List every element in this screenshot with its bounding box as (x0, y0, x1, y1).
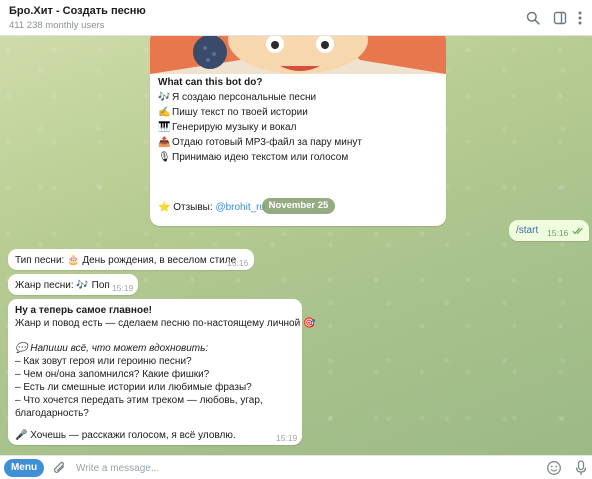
studio-microphone-icon: 🎙 (158, 152, 171, 163)
feature-text: Генерирую музыку и вокал (172, 122, 297, 133)
message-time: 15:16 (227, 258, 249, 268)
message-text: Жанр песни: 🎶 Поп (15, 280, 110, 291)
bot-info-heading: What can this bot do? (158, 77, 263, 88)
feature-item: ✍️ Пишу текст по твоей истории (158, 107, 308, 118)
message-time: 15:16 (547, 228, 569, 238)
message-text[interactable]: /start (516, 225, 538, 236)
writing-hand-icon: ✍️ (158, 107, 171, 118)
outbox-tray-icon: 📤 (158, 137, 171, 148)
message-line: – Чем он/она запомнился? Какие фишки? (15, 369, 210, 380)
message-line: – Как зовут героя или героиню песни? (15, 356, 192, 367)
feature-text: Отдаю готовый MP3-файл за пару минут (172, 137, 362, 148)
date-separator: November 25 (262, 198, 335, 214)
music-notes-icon: 🎶 (158, 92, 171, 103)
star-icon: ⭐ (158, 202, 171, 213)
message-line: – Есть ли смешные истории или любимые фр… (15, 382, 252, 393)
message-line: – Что хочется передать этим треком — люб… (15, 395, 263, 406)
outgoing-message[interactable]: /start 15:16 (509, 220, 589, 241)
chat-subtitle: 411 238 monthly users (9, 20, 105, 31)
feature-text: Я создаю персональные песни (172, 92, 317, 103)
incoming-message[interactable]: Тип песни: 🎂 День рождения, в веселом ст… (8, 249, 254, 270)
message-time: 15:19 (112, 283, 134, 293)
chat-header: Бро.Хит - Создать песню 411 238 monthly … (0, 0, 592, 36)
sidebar-toggle-icon[interactable] (551, 9, 569, 27)
feature-item: 🎹 Генерирую музыку и вокал (158, 122, 296, 133)
message-line: Жанр и повод есть — сделаем песню по-нас… (15, 318, 316, 329)
message-line: 🎤 Хочешь — расскажи голосом, я всё уловл… (15, 430, 236, 441)
emoji-icon[interactable] (545, 459, 563, 477)
message-composer: Menu (0, 455, 592, 479)
feature-item: 🎙Принимаю идею текстом или голосом (158, 152, 348, 163)
paperclip-icon[interactable] (51, 459, 69, 477)
chat-area[interactable]: What can this bot do? 🎶 Я создаю персонал… (0, 36, 592, 455)
reviews-label: Отзывы: (173, 202, 213, 213)
message-line: 💬 Напиши всё, что может вдохновить: (15, 343, 209, 354)
message-line: Ну а теперь самое главное! (15, 305, 152, 316)
incoming-message[interactable]: Ну а теперь самое главное! Жанр и повод … (8, 299, 315, 445)
message-input[interactable] (76, 460, 506, 476)
reviews-link[interactable]: @brohit_ru (215, 202, 265, 213)
menu-button[interactable]: Menu (4, 459, 44, 477)
feature-item: 🎶 Я создаю персональные песни (158, 92, 316, 103)
incoming-message[interactable]: Жанр песни: 🎶 Поп 15:19 (8, 274, 138, 295)
feature-text: Пишу текст по твоей истории (172, 107, 308, 118)
feature-item: 📤 Отдаю готовый MP3-файл за пару минут (158, 137, 362, 148)
double-check-icon (572, 227, 585, 238)
reviews-line: ⭐ Отзывы: @brohit_ru (158, 202, 265, 213)
search-icon[interactable] (524, 9, 542, 27)
bot-banner-image (150, 36, 446, 74)
microphone-icon[interactable] (572, 459, 590, 477)
message-line: благодарность? (15, 408, 89, 419)
piano-icon: 🎹 (158, 122, 171, 133)
chat-title[interactable]: Бро.Хит - Создать песню (9, 5, 146, 17)
message-time: 15:19 (276, 433, 298, 443)
more-icon[interactable] (571, 9, 589, 27)
message-text: Тип песни: 🎂 День рождения, в веселом ст… (15, 255, 237, 266)
feature-text: Принимаю идею текстом или голосом (172, 152, 349, 163)
